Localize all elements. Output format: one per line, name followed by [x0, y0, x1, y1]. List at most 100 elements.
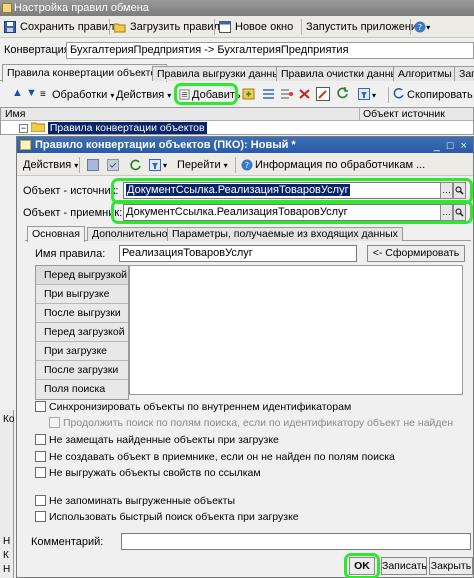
- close-button[interactable]: Закрыть: [429, 557, 473, 575]
- help-icon: ?: [241, 159, 253, 171]
- event-before-import[interactable]: Перед загрузкой: [36, 323, 128, 342]
- save-close-icon[interactable]: [107, 159, 119, 171]
- dont-replace-found-checkbox[interactable]: Не замещать найденные объекты при загруз…: [35, 434, 279, 448]
- handlers-menu-button[interactable]: ≡ Обработки ▾: [40, 86, 118, 104]
- continue-search-checkbox[interactable]: Продолжить поиск по полям поиска, если п…: [49, 417, 453, 431]
- collapse-icon[interactable]: −: [19, 124, 28, 133]
- target-object-label: Объект - приемник:: [23, 207, 123, 219]
- app-icon: [2, 3, 12, 13]
- event-on-export[interactable]: При выгрузке: [36, 285, 128, 304]
- event-before-export[interactable]: Перед выгрузкой: [36, 266, 128, 285]
- toolbar-separator: [109, 19, 110, 35]
- list-icon[interactable]: [262, 88, 275, 100]
- chevron-down-icon: ▾: [167, 91, 172, 100]
- side-label: К: [3, 550, 9, 561]
- side-label: Н: [3, 564, 11, 575]
- save-rules-button[interactable]: Сохранить правила: [2, 18, 124, 36]
- dialog-filter-button[interactable]: ▾: [149, 156, 171, 174]
- event-on-import[interactable]: При загрузке: [36, 342, 128, 361]
- fast-search-checkbox[interactable]: Использовать быстрый поиск объекта при з…: [35, 511, 299, 525]
- side-label: Ко: [3, 414, 15, 425]
- arrow-up-icon[interactable]: ▲: [12, 87, 23, 99]
- toolbar-separator: [79, 157, 80, 173]
- actions-menu-button[interactable]: Действия ▾: [114, 86, 175, 104]
- window-title: Настройка правил обмена: [14, 2, 149, 14]
- table-row[interactable]: − Правила конвертации объектов: [19, 122, 207, 135]
- floppy-disk-icon: [4, 21, 16, 33]
- add-group-icon[interactable]: [242, 88, 255, 100]
- tab-algorithms[interactable]: Алгоритмы: [393, 66, 457, 81]
- toolbar-separator: [214, 19, 215, 35]
- tab-incoming-params[interactable]: Параметры, получаемые из входящих данных: [167, 227, 403, 241]
- svg-text:?: ?: [245, 161, 249, 170]
- copy-button[interactable]: Скопировать: [392, 86, 474, 104]
- window-title-bar: Настройка правил обмена: [0, 0, 474, 16]
- add-button-highlight: [174, 83, 238, 105]
- conversion-label: Конвертация:: [4, 44, 73, 56]
- window-controls[interactable]: _ □ ×: [434, 138, 469, 154]
- grid-header: Имя Объект источник: [1, 108, 473, 121]
- goto-menu-button[interactable]: Перейти ▾: [175, 156, 232, 174]
- rule-name-field[interactable]: РеализацияТоваровУслуг: [119, 245, 357, 262]
- dialog-toolbar: Действия ▾ ▾ Перейти ▾ ? Информация по о…: [17, 154, 473, 176]
- conversion-row: Конвертация: БухгалтерияПредприятия -> Б…: [0, 40, 474, 62]
- event-handlers-list: Перед выгрузкой При выгрузке После выгру…: [35, 265, 129, 400]
- tab-data-export-rules[interactable]: Правила выгрузки данных: [152, 66, 291, 81]
- target-object-highlight: [111, 200, 473, 224]
- conversion-rule-dialog: Правило конвертации объектов (ПКО): Новы…: [16, 136, 474, 578]
- rules-toolbar: ▲ ▼ ≡ Обработки ▾ Действия ▾ Добавить ▾ …: [0, 82, 474, 106]
- toolbar-separator: [410, 19, 411, 35]
- main-toolbar: Сохранить правила Загрузить правила Ново…: [0, 16, 474, 38]
- help-icon: ?: [414, 21, 426, 33]
- chevron-down-icon: ▾: [426, 23, 431, 32]
- main-tabs: Правила конвертации объектов Правила выг…: [0, 64, 474, 82]
- help-button[interactable]: ?: [414, 18, 426, 36]
- column-header-source-object[interactable]: Объект источник: [363, 108, 445, 120]
- tab-object-conversion-rules[interactable]: Правила конвертации объектов: [2, 64, 167, 82]
- delete-icon[interactable]: [298, 88, 311, 100]
- conversion-field[interactable]: БухгалтерияПредприятия -> БухгалтерияПре…: [66, 42, 474, 59]
- chevron-down-icon: ▾: [163, 161, 168, 170]
- event-after-export[interactable]: После выгрузки: [36, 304, 128, 323]
- refresh-icon[interactable]: [336, 87, 349, 100]
- source-object-label: Объект - источник:: [23, 185, 119, 197]
- svg-text:?: ?: [418, 23, 422, 32]
- refresh-icon[interactable]: [129, 159, 143, 171]
- handlers-info-button[interactable]: ? Информация по обработчикам ...: [241, 156, 429, 174]
- folder-open-icon: [114, 23, 126, 33]
- new-window-button[interactable]: Новое окно: [217, 18, 297, 36]
- event-search-fields[interactable]: Поля поиска: [36, 380, 128, 399]
- folder-icon: [30, 122, 46, 133]
- event-after-import[interactable]: После загрузки: [36, 361, 128, 380]
- tab-additional[interactable]: Дополнительно: [87, 227, 173, 241]
- ok-button-highlight: [344, 553, 380, 578]
- tab-queries[interactable]: Запр: [454, 66, 474, 81]
- chevron-down-icon: ▾: [74, 161, 79, 170]
- tab-main[interactable]: Основная: [27, 226, 85, 242]
- dialog-title-bar: Правило конвертации объектов (ПКО): Новы…: [17, 137, 473, 153]
- side-label: Н: [3, 536, 11, 547]
- toolbar-separator: [388, 87, 389, 103]
- filter-icon: [358, 88, 370, 100]
- edit-icon[interactable]: [316, 87, 330, 101]
- arrow-down-icon[interactable]: ▼: [26, 87, 37, 99]
- rule-name-label: Имя правила:: [35, 248, 106, 260]
- handler-code-editor[interactable]: [129, 265, 463, 395]
- load-rules-button[interactable]: Загрузить правила: [112, 18, 230, 36]
- column-header-name[interactable]: Имя: [5, 108, 25, 120]
- dialog-actions-button[interactable]: Действия ▾: [21, 156, 82, 174]
- sync-by-id-checkbox[interactable]: Синхронизировать объекты по внутреннем и…: [35, 401, 351, 415]
- comment-field[interactable]: [121, 533, 471, 550]
- list-edit-icon[interactable]: [280, 88, 293, 100]
- filter-icon: [149, 159, 161, 171]
- dialog-icon: [20, 140, 31, 150]
- dont-create-object-checkbox[interactable]: Не создавать объект в приемнике, если он…: [35, 451, 395, 465]
- filter-menu-button[interactable]: ▾: [358, 86, 380, 104]
- tab-data-cleanup-rules[interactable]: Правила очистки данных: [276, 66, 409, 81]
- dont-remember-exported-checkbox[interactable]: Не запоминать выгруженные объекты: [35, 495, 235, 509]
- generate-button[interactable]: <- Сформировать: [367, 245, 465, 262]
- dont-export-ref-props-checkbox[interactable]: Не выгружать объекты свойств по ссылкам: [35, 467, 261, 481]
- dialog-title: Правило конвертации объектов (ПКО): Новы…: [35, 139, 296, 151]
- save-icon[interactable]: [87, 159, 99, 171]
- save-button[interactable]: Записать: [381, 557, 427, 575]
